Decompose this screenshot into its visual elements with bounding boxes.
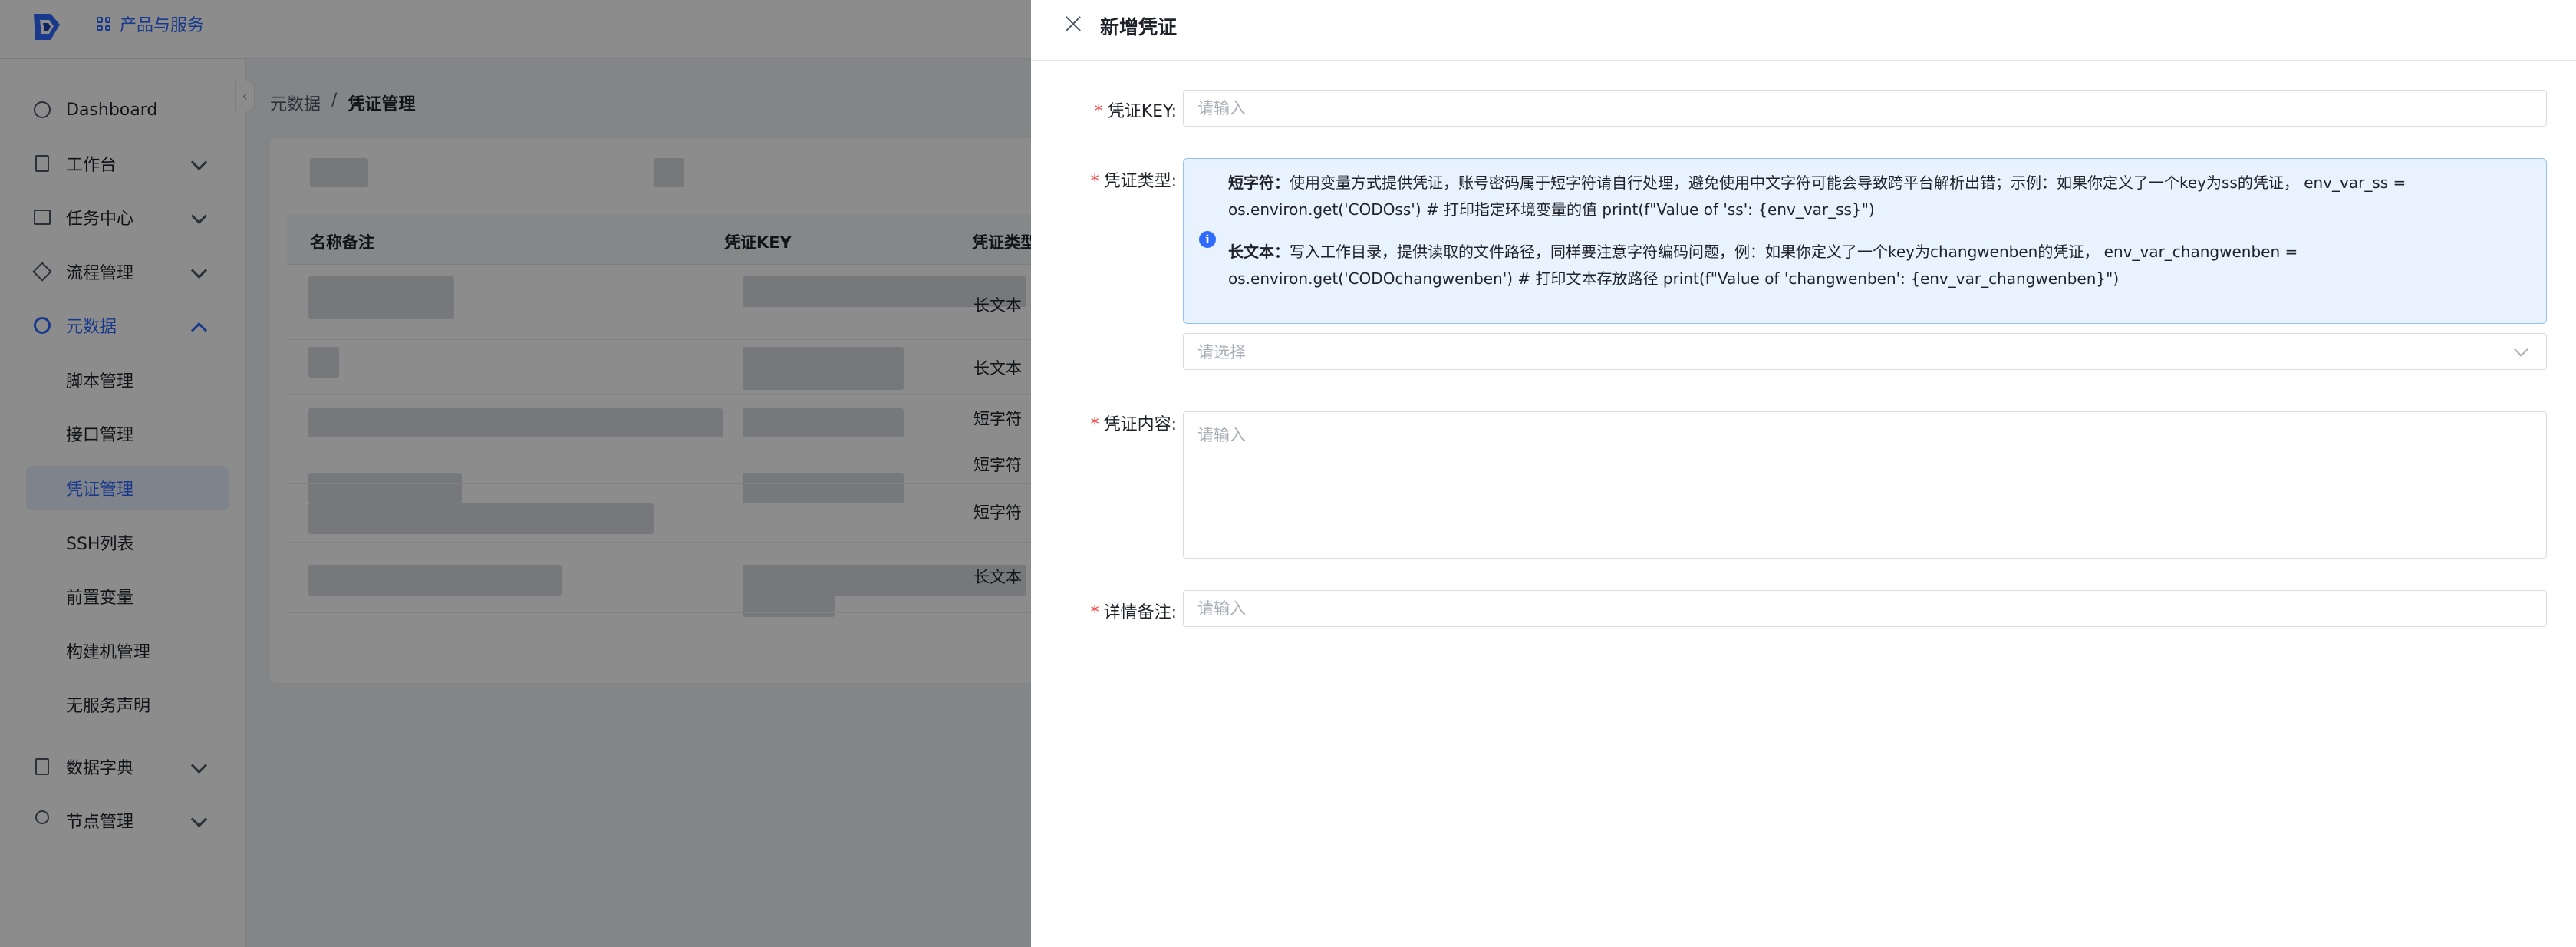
required-mark: *	[1090, 172, 1099, 191]
select-placeholder: 请选择	[1197, 343, 1246, 361]
required-mark: *	[1094, 102, 1103, 121]
alert-short-text-info: 短字符：使用变量方式提供凭证，账号密码属于短字符请自行处理，避免使用中文字符可能…	[1228, 173, 2406, 219]
credential-content-textarea[interactable]	[1183, 411, 2547, 559]
required-mark: *	[1090, 415, 1099, 434]
close-icon[interactable]	[1062, 12, 1085, 35]
credential-type-select[interactable]: 请选择	[1183, 333, 2547, 370]
credential-content-label: * 凭证内容:	[1090, 415, 1177, 434]
remark-input[interactable]	[1183, 590, 2547, 627]
alert-long-text-info: 长文本：写入工作目录，提供读取的文件路径，同样要注意字符编码问题，例：如果你定义…	[1228, 243, 2298, 288]
required-mark: *	[1090, 603, 1099, 622]
drawer-title: 新增凭证	[1100, 16, 1178, 38]
credential-key-input[interactable]	[1183, 90, 2547, 127]
drawer-header: 新增凭证	[1031, 0, 2576, 61]
info-icon: i	[1199, 231, 1216, 248]
chevron-down-icon	[2514, 342, 2528, 357]
credential-key-label: * 凭证KEY:	[1094, 102, 1177, 121]
remark-label: * 详情备注:	[1090, 603, 1177, 622]
credential-type-info-alert: i 短字符：使用变量方式提供凭证，账号密码属于短字符请自行处理，避免使用中文字符…	[1183, 158, 2547, 324]
new-credential-drawer: 新增凭证 *凭证KEY: *凭证类型: i 短字符：使用变量方式提供凭证，账号密…	[1031, 0, 2576, 947]
credential-type-label: * 凭证类型:	[1090, 172, 1177, 191]
